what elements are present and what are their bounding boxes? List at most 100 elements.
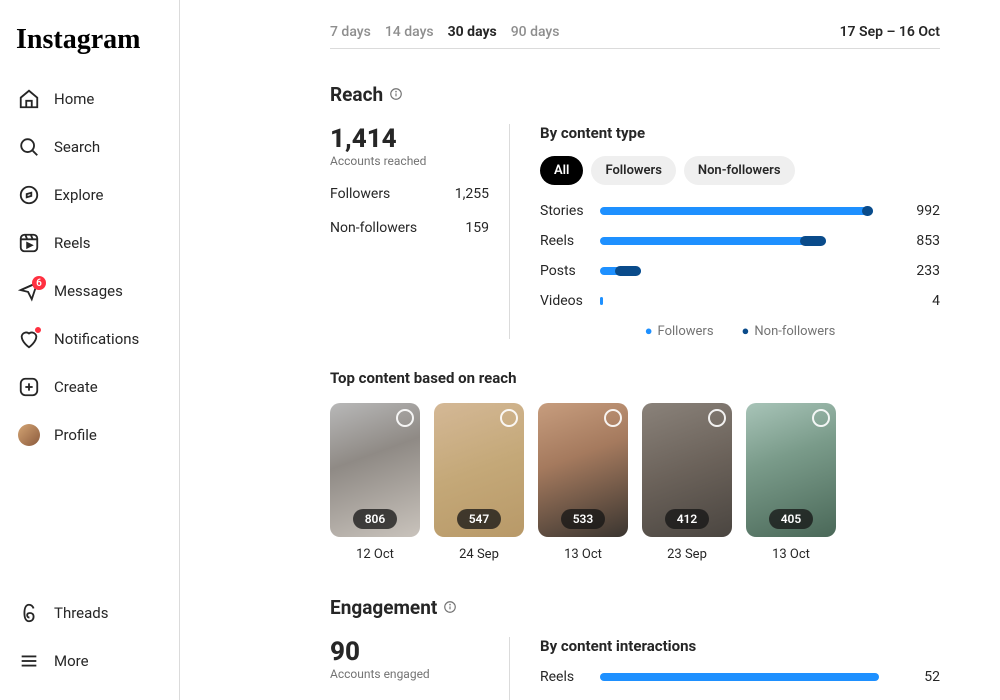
sidebar-item-messages[interactable]: 6 Messages: [12, 270, 167, 312]
sidebar-item-home[interactable]: Home: [12, 78, 167, 120]
engagement-total: 90: [330, 637, 489, 667]
story-ring-icon: [396, 409, 414, 427]
sidebar-item-label: More: [54, 652, 89, 670]
story-ring-icon: [500, 409, 518, 427]
content-thumbnail: 405: [746, 403, 836, 537]
content-card[interactable]: 412 23 Sep: [642, 403, 732, 562]
primary-nav: Home Search Explore Reels 6 Messages Not…: [12, 78, 167, 456]
reach-title: Reach: [330, 83, 383, 106]
bar-track: [600, 673, 894, 681]
stat-value: 159: [465, 220, 489, 236]
sidebar-item-search[interactable]: Search: [12, 126, 167, 168]
timerange-90days[interactable]: 90 days: [511, 24, 560, 40]
bar-track: [600, 237, 894, 245]
chip-followers[interactable]: Followers: [591, 156, 675, 185]
reach-count-pill: 547: [457, 509, 502, 529]
content-card[interactable]: 806 12 Oct: [330, 403, 420, 562]
plus-square-icon: [18, 376, 40, 398]
reach-total-label: Accounts reached: [330, 154, 489, 168]
engagement-title: Engagement: [330, 596, 437, 619]
chip-nonfollowers[interactable]: Non-followers: [684, 156, 795, 185]
content-thumbnail: 412: [642, 403, 732, 537]
footer-nav: Threads More: [12, 592, 167, 682]
info-icon[interactable]: [443, 596, 457, 619]
reels-icon: [18, 232, 40, 254]
timerange-7days[interactable]: 7 days: [330, 24, 371, 40]
timerange-bar: 7 days 14 days 30 days 90 days 17 Sep – …: [330, 0, 940, 49]
chart-legend: Followers Non-followers: [540, 323, 940, 339]
chip-all[interactable]: All: [540, 156, 583, 185]
bar-track: [600, 297, 894, 305]
reach-bars-chart: Stories 992 Reels 853 Posts 233 Videos 4: [540, 203, 940, 309]
bar-value: 4: [904, 293, 940, 309]
bar-row: Videos 4: [540, 293, 940, 309]
reach-count-pill: 412: [665, 509, 710, 529]
content-date: 23 Sep: [642, 547, 732, 562]
bar-label: Videos: [540, 293, 590, 309]
sidebar-item-threads[interactable]: Threads: [12, 592, 167, 634]
info-icon[interactable]: [389, 83, 403, 106]
bar-row: Stories 992: [540, 203, 940, 219]
reach-count-pill: 533: [561, 509, 606, 529]
reach-section: Reach 1,414 Accounts reached Followers 1…: [330, 49, 940, 562]
story-ring-icon: [604, 409, 622, 427]
content-date: 13 Oct: [746, 547, 836, 562]
content-card[interactable]: 533 13 Oct: [538, 403, 628, 562]
timerange-14days[interactable]: 14 days: [385, 24, 434, 40]
top-content-cards: 806 12 Oct 547 24 Sep 533 13 Oct 412 23 …: [330, 403, 940, 562]
sidebar-item-reels[interactable]: Reels: [12, 222, 167, 264]
sidebar-item-label: Profile: [54, 426, 97, 444]
stat-label: Followers: [330, 186, 390, 202]
search-icon: [18, 136, 40, 158]
reach-followers-row: Followers 1,255: [330, 186, 489, 202]
content-date: 12 Oct: [330, 547, 420, 562]
reach-count-pill: 806: [353, 509, 398, 529]
bar-row: Reels 853: [540, 233, 940, 249]
sidebar-item-label: Messages: [54, 282, 123, 300]
story-ring-icon: [812, 409, 830, 427]
bar-value: 233: [904, 263, 940, 279]
by-content-type-title: By content type: [540, 124, 940, 142]
stat-label: Non-followers: [330, 220, 417, 236]
sidebar-item-explore[interactable]: Explore: [12, 174, 167, 216]
content-thumbnail: 547: [434, 403, 524, 537]
bar-row: Posts 233: [540, 263, 940, 279]
bar-label: Stories: [540, 203, 590, 219]
bar-track: [600, 267, 894, 275]
sidebar-item-create[interactable]: Create: [12, 366, 167, 408]
engagement-total-label: Accounts engaged: [330, 667, 489, 681]
story-ring-icon: [708, 409, 726, 427]
sidebar-item-label: Reels: [54, 234, 91, 252]
reach-count-pill: 405: [769, 509, 814, 529]
menu-icon: [18, 650, 40, 672]
bar-label: Posts: [540, 263, 590, 279]
bar-value: 52: [904, 669, 940, 685]
sidebar-item-notifications[interactable]: Notifications: [12, 318, 167, 360]
compass-icon: [18, 184, 40, 206]
sidebar-item-label: Home: [54, 90, 94, 108]
bar-label: Reels: [540, 669, 590, 685]
reach-total: 1,414: [330, 124, 489, 154]
content-card[interactable]: 547 24 Sep: [434, 403, 524, 562]
content-filter-chips: All Followers Non-followers: [540, 156, 940, 185]
legend-nonfollowers: Non-followers: [742, 323, 836, 339]
content-card[interactable]: 405 13 Oct: [746, 403, 836, 562]
engagement-section: Engagement 90 Accounts engaged Followers…: [330, 562, 940, 700]
messages-badge: 6: [32, 276, 46, 290]
timerange-30days[interactable]: 30 days: [448, 24, 497, 40]
bar-label: Reels: [540, 233, 590, 249]
sidebar-item-label: Threads: [54, 604, 108, 622]
main-content: 7 days 14 days 30 days 90 days 17 Sep – …: [180, 0, 1000, 700]
stat-value: 1,255: [455, 186, 489, 202]
app-logo[interactable]: Instagram: [12, 18, 167, 78]
sidebar-item-label: Create: [54, 378, 98, 396]
bar-value: 853: [904, 233, 940, 249]
content-thumbnail: 533: [538, 403, 628, 537]
sidebar-item-more[interactable]: More: [12, 640, 167, 682]
sidebar-item-profile[interactable]: Profile: [12, 414, 167, 456]
engagement-bars-chart: Reels 52Stories 22: [540, 669, 940, 700]
sidebar-item-label: Search: [54, 138, 100, 156]
avatar: [18, 424, 40, 446]
bar-track: [600, 207, 894, 215]
content-date: 13 Oct: [538, 547, 628, 562]
